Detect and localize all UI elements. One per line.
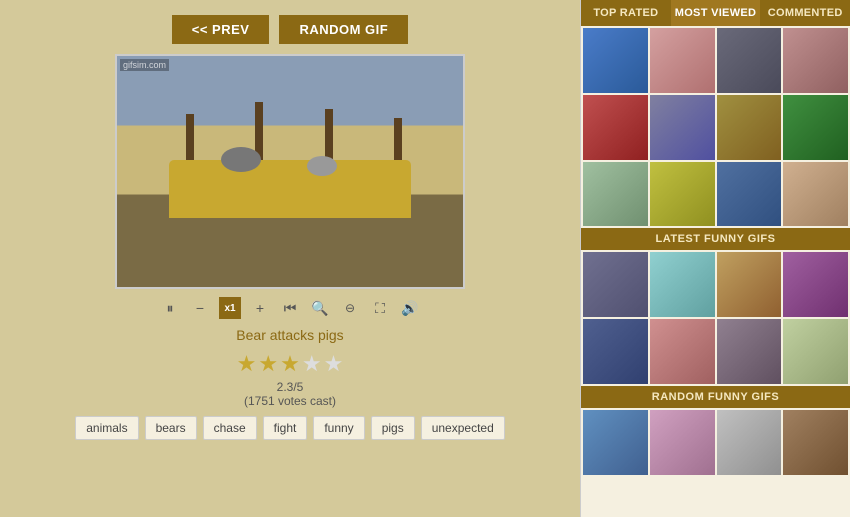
- hay-decoration: [169, 160, 411, 218]
- star-1[interactable]: ★: [237, 351, 257, 377]
- thumb-item[interactable]: [650, 95, 715, 160]
- controls-bar: ⏸ − x1 + ⏮ 🔍 ⊖ ⛶ 🔊: [159, 297, 421, 319]
- minus-button[interactable]: −: [189, 297, 211, 319]
- tab-top-rated[interactable]: TOP RATED: [581, 0, 671, 26]
- thumb-item[interactable]: [717, 95, 782, 160]
- tag-bears[interactable]: bears: [145, 416, 197, 440]
- thumb-item[interactable]: [583, 252, 648, 317]
- pause-button[interactable]: ⏸: [159, 297, 181, 319]
- gif-scene: [117, 56, 463, 287]
- plus-button[interactable]: +: [249, 297, 271, 319]
- tab-most-viewed[interactable]: MOST VIEWED: [671, 0, 761, 26]
- thumb-item[interactable]: [783, 252, 848, 317]
- top-buttons: << PREV RANDOM GIF: [172, 15, 408, 44]
- gif-title[interactable]: Bear attacks pigs: [236, 327, 343, 343]
- prev-button[interactable]: << PREV: [172, 15, 270, 44]
- thumb-item[interactable]: [583, 319, 648, 384]
- tag-funny[interactable]: funny: [313, 416, 364, 440]
- star-3[interactable]: ★: [280, 351, 300, 377]
- thumb-item[interactable]: [650, 410, 715, 475]
- thumb-item[interactable]: [783, 319, 848, 384]
- animal-decoration: [221, 147, 261, 172]
- thumb-item[interactable]: [783, 28, 848, 93]
- thumb-item[interactable]: [583, 95, 648, 160]
- thumb-item[interactable]: [783, 95, 848, 160]
- star-5[interactable]: ★: [324, 351, 344, 377]
- fullscreen-button[interactable]: ⛶: [369, 297, 391, 319]
- tags-row: animals bears chase fight funny pigs une…: [75, 416, 505, 440]
- thumb-item[interactable]: [717, 252, 782, 317]
- sound-button[interactable]: 🔊: [399, 297, 421, 319]
- gif-watermark: gifsim.com: [120, 59, 169, 71]
- latest-funny-label: LATEST FUNNY GIFS: [581, 228, 850, 250]
- thumb-item[interactable]: [783, 410, 848, 475]
- tag-unexpected[interactable]: unexpected: [421, 416, 505, 440]
- star-4[interactable]: ★: [302, 351, 322, 377]
- zoom-in-button[interactable]: ⊖: [339, 297, 361, 319]
- speed-x1-button[interactable]: x1: [219, 297, 241, 319]
- sidebar: TOP RATED MOST VIEWED COMMENTED LATEST F…: [580, 0, 850, 517]
- rating-value: 2.3/5: [277, 380, 304, 394]
- gif-container: gifsim.com: [115, 54, 465, 289]
- zoom-out-button[interactable]: 🔍: [309, 297, 331, 319]
- random-funny-label: RANDOM FUNNY GIFS: [581, 386, 850, 408]
- thumb-item[interactable]: [583, 162, 648, 227]
- thumb-item[interactable]: [583, 410, 648, 475]
- thumb-item[interactable]: [717, 28, 782, 93]
- random-thumb-grid: [581, 408, 850, 477]
- thumb-item[interactable]: [783, 162, 848, 227]
- rewind-button[interactable]: ⏮: [279, 297, 301, 319]
- thumb-item[interactable]: [717, 319, 782, 384]
- tag-animals[interactable]: animals: [75, 416, 138, 440]
- stars-rating: ★ ★ ★ ★ ★: [237, 351, 344, 377]
- votes-cast: (1751 votes cast): [244, 394, 336, 408]
- thumb-item[interactable]: [650, 162, 715, 227]
- thumb-item[interactable]: [717, 410, 782, 475]
- latest-thumb-grid: [581, 250, 850, 386]
- sidebar-tabs: TOP RATED MOST VIEWED COMMENTED: [581, 0, 850, 26]
- thumb-item[interactable]: [650, 319, 715, 384]
- thumb-item[interactable]: [650, 252, 715, 317]
- star-2[interactable]: ★: [258, 351, 278, 377]
- thumb-item[interactable]: [650, 28, 715, 93]
- random-gif-button[interactable]: RANDOM GIF: [279, 15, 408, 44]
- tag-chase[interactable]: chase: [203, 416, 257, 440]
- main-area: << PREV RANDOM GIF gifsim.com ⏸ − x1 + ⏮…: [0, 0, 580, 517]
- tag-pigs[interactable]: pigs: [371, 416, 415, 440]
- thumb-item[interactable]: [717, 162, 782, 227]
- tag-fight[interactable]: fight: [263, 416, 308, 440]
- top-thumb-grid: [581, 26, 850, 228]
- tab-commented[interactable]: COMMENTED: [760, 0, 850, 26]
- thumb-item[interactable]: [583, 28, 648, 93]
